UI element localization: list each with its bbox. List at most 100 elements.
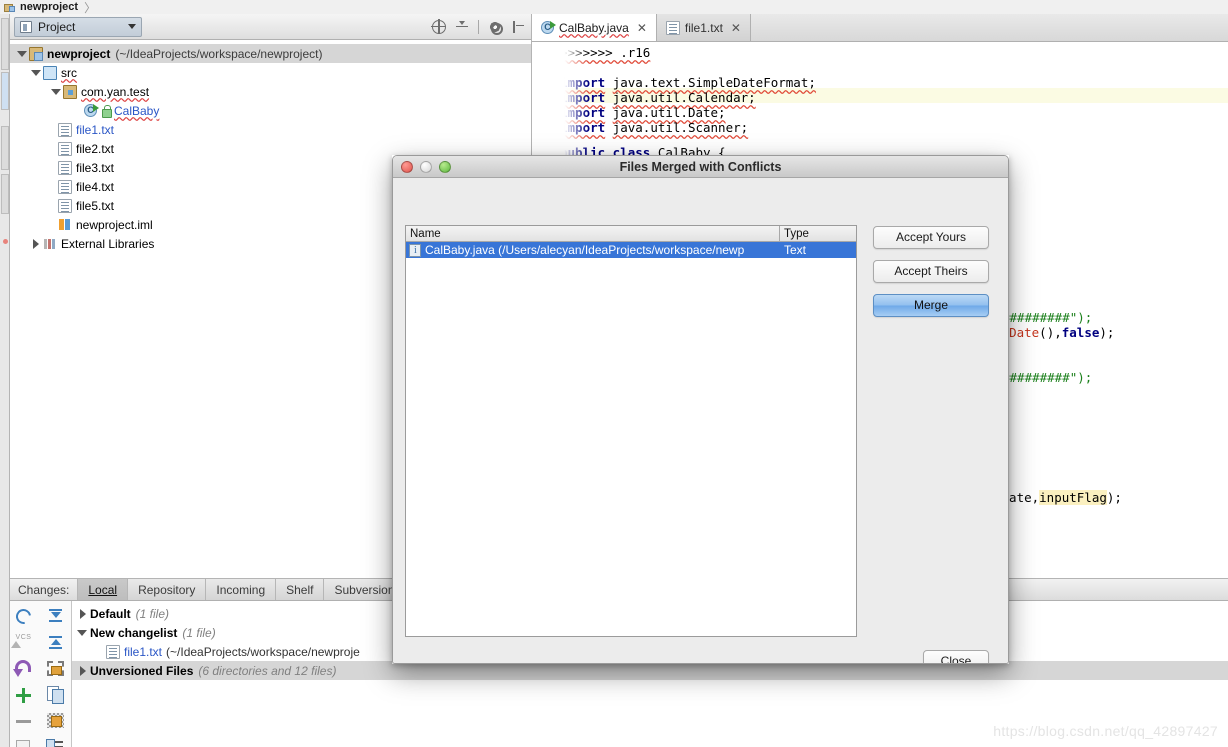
hide-panel-icon[interactable] xyxy=(511,20,525,34)
runnable-icon xyxy=(93,104,99,112)
tree-label: com.yan.test xyxy=(81,84,150,99)
expand-all-icon[interactable] xyxy=(43,605,69,629)
tree-node-file1[interactable]: file1.txt xyxy=(10,120,531,139)
chevron-down-icon[interactable] xyxy=(50,86,61,97)
tool-window-tab-favorites[interactable] xyxy=(1,126,9,170)
refresh-icon[interactable] xyxy=(11,605,37,629)
runnable-icon xyxy=(550,21,556,29)
tree-label: file3.txt xyxy=(76,160,115,175)
tab-label: Incoming xyxy=(216,582,266,597)
file-type-cell: Text xyxy=(784,243,807,257)
project-icon xyxy=(20,20,32,33)
file-icon xyxy=(409,243,421,257)
close-icon[interactable]: ✕ xyxy=(731,21,741,35)
java-class-icon: C xyxy=(541,21,556,34)
libraries-icon xyxy=(43,237,57,251)
delete-changelist-icon[interactable] xyxy=(11,709,37,733)
tool-window-tab-other[interactable] xyxy=(1,174,9,214)
tree-label: External Libraries xyxy=(61,236,155,251)
locate-icon[interactable] xyxy=(431,18,446,34)
tree-label: file1.txt xyxy=(76,122,115,137)
toolbar-divider xyxy=(478,19,479,34)
vcs-commit-icon[interactable]: VCS xyxy=(10,631,37,655)
collapse-all-icon[interactable] xyxy=(43,631,69,655)
window-controls xyxy=(401,160,451,173)
table-row[interactable]: CalBaby.java (/Users/alecyan/IdeaProject… xyxy=(406,242,856,258)
dialog-title-bar[interactable]: Files Merged with Conflicts xyxy=(393,156,1008,178)
ide-window: newproject 〉 Project newproject (~/IdeaP… xyxy=(0,0,1228,747)
column-header-type[interactable]: Type xyxy=(780,226,856,241)
rollback-icon[interactable] xyxy=(11,657,37,681)
tool-window-tab-project[interactable] xyxy=(1,18,9,70)
tool-window-tab-structure[interactable] xyxy=(1,72,9,110)
chevron-right-icon[interactable] xyxy=(30,238,41,249)
tab-shelf[interactable]: Shelf xyxy=(275,579,324,600)
changes-toolbar: VCS xyxy=(10,601,72,747)
changes-label: Changes: xyxy=(18,582,70,597)
text-file-icon xyxy=(58,160,72,175)
changelist-name: Unversioned Files xyxy=(90,663,194,678)
tab-label: Shelf xyxy=(286,582,314,597)
close-button[interactable]: Close xyxy=(923,650,989,663)
text-file-icon xyxy=(58,179,72,194)
close-window-icon[interactable] xyxy=(401,160,413,173)
close-icon[interactable]: ✕ xyxy=(637,21,647,35)
chevron-down-icon[interactable] xyxy=(30,67,41,78)
project-view-label: Project xyxy=(38,19,76,34)
left-tool-strip xyxy=(0,14,10,747)
accept-yours-button[interactable]: Accept Yours xyxy=(873,226,989,249)
tree-node-newproject[interactable]: newproject (~/IdeaProjects/workspace/new… xyxy=(10,44,531,63)
error-marker-icon xyxy=(3,239,8,244)
merge-button[interactable]: Merge xyxy=(873,294,989,317)
tree-label: src xyxy=(61,65,77,80)
table-header: Name Type xyxy=(406,226,856,242)
minimize-window-icon[interactable] xyxy=(420,160,432,173)
breadcrumb-project[interactable]: newproject xyxy=(20,1,78,13)
tree-label: file4.txt xyxy=(76,179,115,194)
tree-node-package[interactable]: com.yan.test xyxy=(10,82,531,101)
tree-node-src[interactable]: src xyxy=(10,63,531,82)
conflicts-table[interactable]: Name Type CalBaby.java (/Users/alecyan/I… xyxy=(405,225,857,637)
collapse-all-icon[interactable] xyxy=(455,20,469,34)
chevron-down-icon xyxy=(128,24,136,29)
tab-incoming[interactable]: Incoming xyxy=(205,579,276,600)
gear-icon[interactable] xyxy=(488,19,503,35)
iml-file-icon xyxy=(58,217,72,232)
chevron-right-icon[interactable] xyxy=(76,665,90,677)
tree-label: newproject.iml xyxy=(76,217,153,232)
tree-node-calbaby[interactable]: C CalBaby xyxy=(10,101,531,120)
changelist-count: (1 file) xyxy=(135,606,170,621)
checkbox-icon[interactable] xyxy=(11,735,37,747)
project-view-selector[interactable]: Project xyxy=(14,16,142,37)
changed-file-path: (~/IdeaProjects/workspace/newproje xyxy=(166,644,360,659)
changelist-name: Default xyxy=(90,606,131,621)
ignore-files-icon[interactable] xyxy=(43,709,69,733)
package-icon xyxy=(63,84,77,99)
tab-repository[interactable]: Repository xyxy=(127,579,206,600)
new-changelist-icon[interactable] xyxy=(11,683,37,707)
java-class-icon: C xyxy=(84,104,99,117)
chevron-down-icon[interactable] xyxy=(76,627,90,639)
code-fragment: dDate,inputFlag); xyxy=(994,490,1122,505)
chevron-right-icon[interactable] xyxy=(76,608,90,620)
group-by-icon[interactable] xyxy=(43,735,69,747)
chevron-down-icon[interactable] xyxy=(16,48,27,59)
text-file-icon xyxy=(58,141,72,156)
unlocked-icon xyxy=(101,104,112,118)
file-name-cell: CalBaby.java (/Users/alecyan/IdeaProject… xyxy=(406,242,780,258)
tab-local[interactable]: Local xyxy=(77,579,128,600)
tab-calbaby-java[interactable]: C CalBaby.java ✕ xyxy=(532,14,657,41)
text-file-icon xyxy=(106,644,120,659)
tree-label: file5.txt xyxy=(76,198,115,213)
text-file-icon xyxy=(58,122,72,137)
tab-file1-txt[interactable]: file1.txt ✕ xyxy=(656,14,751,41)
shelve-icon[interactable] xyxy=(43,657,69,681)
project-toolbar: Project xyxy=(10,14,531,40)
changelist-count: (6 directories and 12 files) xyxy=(198,663,337,678)
copy-icon[interactable] xyxy=(43,683,69,707)
dialog-body: Name Type CalBaby.java (/Users/alecyan/I… xyxy=(393,178,1008,663)
accept-theirs-button[interactable]: Accept Theirs xyxy=(873,260,989,283)
zoom-window-icon[interactable] xyxy=(439,160,451,173)
tab-label: file1.txt xyxy=(684,20,723,35)
column-header-name[interactable]: Name xyxy=(406,226,780,241)
